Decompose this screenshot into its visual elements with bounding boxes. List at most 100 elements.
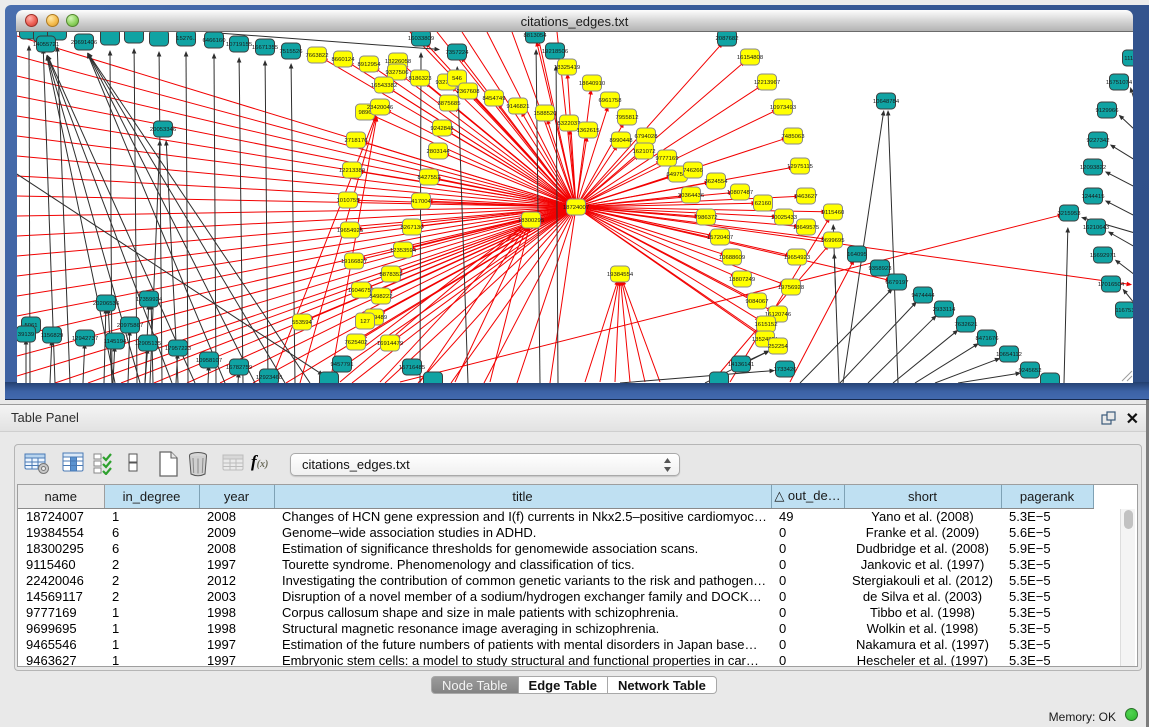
svg-text:5322037: 5322037 <box>558 121 581 127</box>
svg-text:9358923: 9358923 <box>869 266 893 272</box>
svg-text:9699695: 9699695 <box>822 238 846 244</box>
svg-text:6679197: 6679197 <box>886 280 909 286</box>
svg-text:13325419: 13325419 <box>554 65 580 71</box>
svg-text:23420046: 23420046 <box>367 105 394 111</box>
svg-text:9242848: 9242848 <box>431 126 455 132</box>
svg-text:19654923: 19654923 <box>784 255 811 261</box>
svg-text:16033809: 16033809 <box>408 36 434 42</box>
svg-text:12353594: 12353594 <box>390 248 417 254</box>
svg-text:19756928: 19756928 <box>778 285 805 291</box>
svg-text:8267130: 8267130 <box>401 225 425 231</box>
svg-text:15720407: 15720407 <box>707 235 733 241</box>
svg-text:1112..: 1112.. <box>1124 56 1133 62</box>
svg-text:9463627: 9463627 <box>795 194 818 200</box>
svg-text:252254: 252254 <box>768 344 788 350</box>
svg-text:116753: 116753 <box>1115 308 1133 314</box>
svg-text:417004: 417004 <box>411 199 431 205</box>
svg-text:2933114: 2933114 <box>933 307 956 313</box>
svg-text:39139: 39139 <box>18 332 34 338</box>
svg-text:1010755: 1010755 <box>337 198 361 204</box>
svg-text:10807487: 10807487 <box>727 190 753 196</box>
svg-text:5498222: 5498222 <box>370 294 393 300</box>
svg-text:1588520: 1588520 <box>534 111 558 117</box>
svg-text:18300295: 18300295 <box>518 218 545 224</box>
svg-text:10025433: 10025433 <box>771 215 798 221</box>
svg-text:14055721: 14055721 <box>33 42 59 48</box>
svg-text:1156829: 1156829 <box>41 333 64 339</box>
svg-text:7663822: 7663822 <box>306 53 329 59</box>
svg-text:746266: 746266 <box>683 168 703 174</box>
svg-text:7955812: 7955812 <box>616 115 639 121</box>
svg-text:3875685: 3875685 <box>438 101 462 107</box>
svg-text:16154808: 16154808 <box>737 55 764 61</box>
svg-text:8186323: 8186323 <box>409 76 433 82</box>
svg-text:1733426: 1733426 <box>774 367 798 373</box>
svg-text:1621072: 1621072 <box>633 149 656 155</box>
svg-text:3624554: 3624554 <box>705 179 729 185</box>
svg-text:1244415: 1244415 <box>1082 194 1106 200</box>
svg-text:8813054: 8813054 <box>524 33 548 39</box>
svg-text:1145194: 1145194 <box>104 339 127 345</box>
svg-text:20691406: 20691406 <box>71 40 98 46</box>
svg-text:10654112: 10654112 <box>996 352 1022 358</box>
svg-text:8990448: 8990448 <box>610 138 634 144</box>
svg-text:9115460: 9115460 <box>822 210 845 216</box>
svg-text:17016504: 17016504 <box>1098 282 1125 288</box>
svg-text:10973493: 10973493 <box>770 105 797 111</box>
svg-text:18724007: 18724007 <box>563 205 589 211</box>
svg-text:8454749: 8454749 <box>483 96 506 102</box>
svg-text:12905135: 12905135 <box>135 341 162 347</box>
svg-text:18649575: 18649575 <box>793 225 820 231</box>
svg-text:9129966: 9129966 <box>1096 108 1120 114</box>
svg-text:10648784: 10648784 <box>873 99 900 105</box>
svg-text:6961758: 6961758 <box>599 98 623 104</box>
svg-text:546: 546 <box>452 76 463 82</box>
svg-text:18807249: 18807249 <box>729 277 755 283</box>
svg-text:9084067: 9084067 <box>746 299 769 305</box>
svg-text:16210643: 16210643 <box>1083 225 1110 231</box>
svg-text:1615152: 1615152 <box>755 322 778 328</box>
svg-text:9777169: 9777169 <box>656 156 679 162</box>
svg-text:15751074: 15751074 <box>1106 80 1133 86</box>
svg-text:7625402: 7625402 <box>345 340 368 346</box>
svg-text:6794028: 6794028 <box>635 134 659 140</box>
svg-text:553594: 553594 <box>292 320 312 326</box>
svg-text:16543382: 16543382 <box>371 83 397 89</box>
svg-text:16782759: 16782759 <box>226 365 252 371</box>
svg-text:9457791: 9457791 <box>331 362 354 368</box>
svg-text:15276..: 15276.. <box>176 36 196 42</box>
svg-text:19166827: 19166827 <box>341 259 367 265</box>
svg-text:3215953: 3215953 <box>1058 211 1082 217</box>
svg-text:7986372: 7986372 <box>695 215 718 221</box>
svg-text:8427552: 8427552 <box>418 175 441 181</box>
svg-text:6466160: 6466160 <box>203 38 227 44</box>
svg-text:20053346: 20053346 <box>150 127 177 133</box>
svg-text:16671355: 16671355 <box>252 45 279 51</box>
svg-text:12213967: 12213967 <box>754 80 780 86</box>
svg-text:10719155: 10719155 <box>226 42 253 48</box>
svg-text:17957223: 17957223 <box>165 346 192 352</box>
svg-text:127: 127 <box>360 319 370 325</box>
svg-text:12213389: 12213389 <box>339 168 365 174</box>
svg-text:7632621: 7632621 <box>955 322 978 328</box>
svg-text:12093822: 12093822 <box>1080 165 1106 171</box>
svg-text:8878352: 8878352 <box>380 272 403 278</box>
svg-text:20364436: 20364436 <box>678 193 705 199</box>
svg-text:8912954: 8912954 <box>358 62 382 68</box>
svg-text:12923468: 12923468 <box>256 375 283 381</box>
svg-text:7515526: 7515526 <box>280 49 304 55</box>
svg-text:2718176: 2718176 <box>345 138 369 144</box>
svg-text:20975867: 20975867 <box>117 323 143 329</box>
svg-text:15692971: 15692971 <box>1090 253 1116 259</box>
svg-text:17359924: 17359924 <box>136 297 163 303</box>
svg-text:20206536: 20206536 <box>93 301 120 307</box>
svg-text:19384554: 19384554 <box>607 272 634 278</box>
svg-text:10688609: 10688609 <box>719 255 745 261</box>
svg-text:2803144: 2803144 <box>427 149 451 155</box>
svg-text:12975115: 12975115 <box>787 164 813 170</box>
svg-text:9474444: 9474444 <box>912 293 936 299</box>
svg-text:7357224: 7357224 <box>446 50 470 56</box>
svg-text:9327506: 9327506 <box>386 70 410 76</box>
svg-text:19654925: 19654925 <box>337 228 364 234</box>
svg-text:8471676: 8471676 <box>976 336 1000 342</box>
